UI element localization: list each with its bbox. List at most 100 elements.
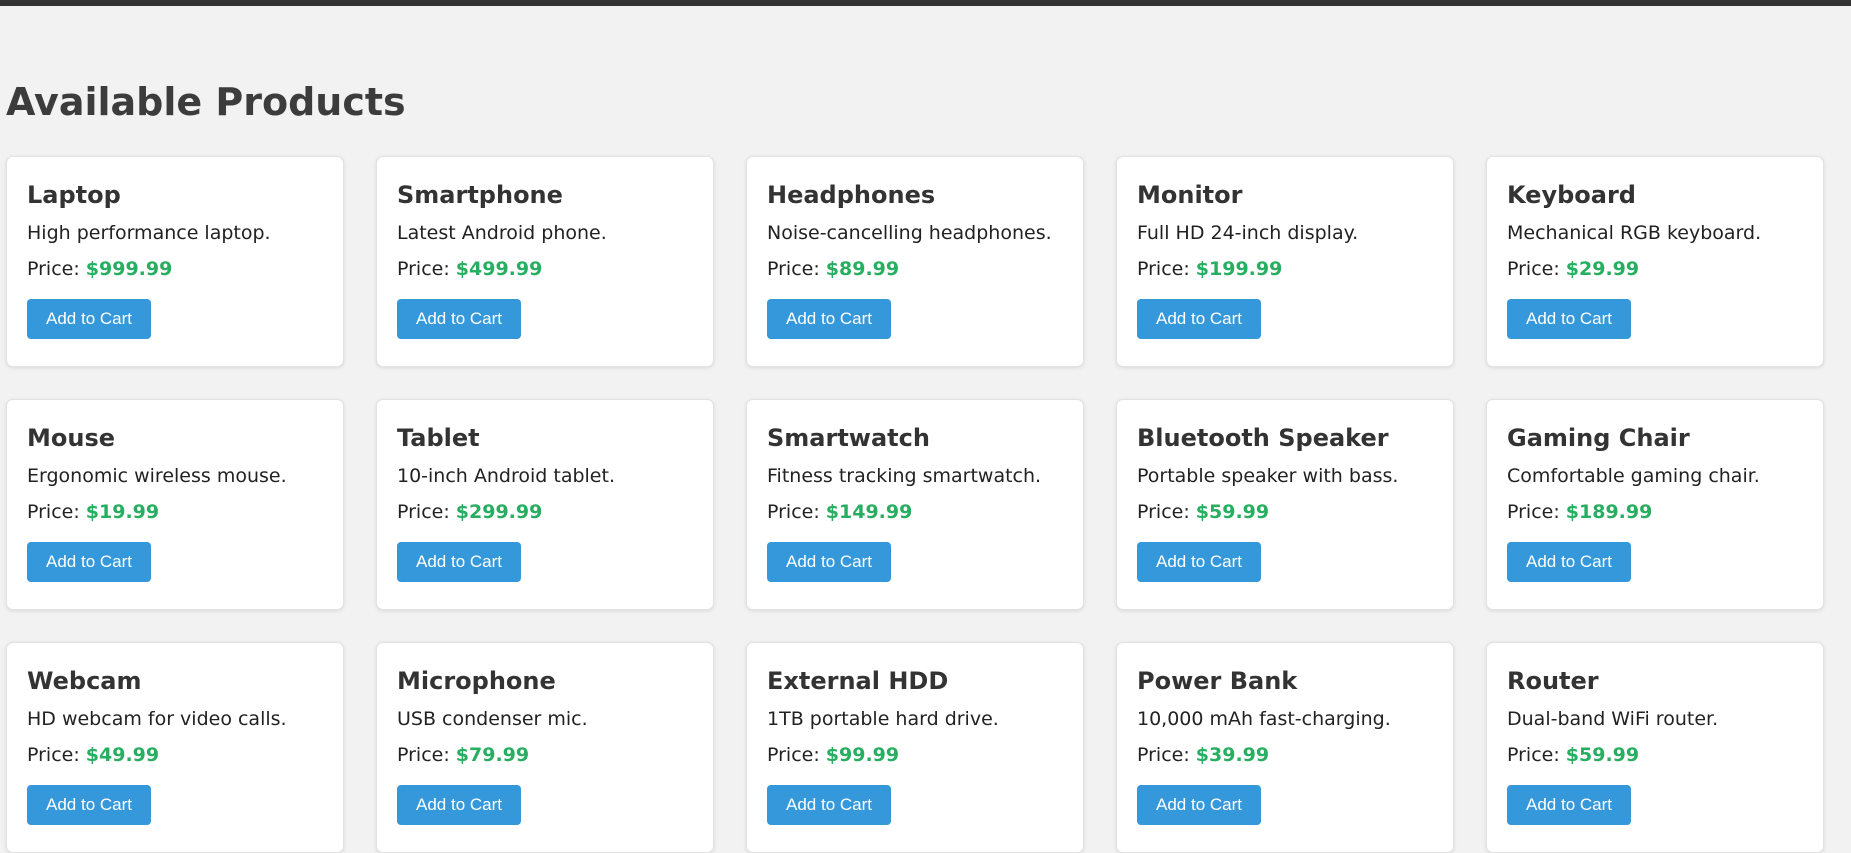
- product-name: Tablet: [397, 424, 480, 452]
- add-to-cart-button[interactable]: Add to Cart: [767, 299, 891, 339]
- price-value: $49.99: [85, 744, 160, 766]
- add-to-cart-button[interactable]: Add to Cart: [767, 785, 891, 825]
- price-label: Price:: [1507, 501, 1566, 523]
- price-value: $299.99: [455, 501, 543, 523]
- product-name: External HDD: [767, 667, 949, 695]
- price-label: Price:: [397, 501, 456, 523]
- product-price-row: Price: $49.99: [27, 742, 323, 768]
- price-value: $199.99: [1195, 258, 1283, 280]
- price-value: $999.99: [85, 258, 173, 280]
- price-value: $189.99: [1565, 501, 1653, 523]
- price-label: Price:: [767, 744, 826, 766]
- product-card: Power Bank 10,000 mAh fast-charging. Price…: [1116, 642, 1454, 853]
- price-label: Price:: [767, 258, 826, 280]
- price-label: Price:: [27, 258, 86, 280]
- add-to-cart-button[interactable]: Add to Cart: [397, 785, 521, 825]
- product-description: High performance laptop.: [27, 222, 271, 244]
- add-to-cart-button[interactable]: Add to Cart: [27, 542, 151, 582]
- product-name: Smartphone: [397, 181, 563, 209]
- price-value: $39.99: [1195, 744, 1270, 766]
- price-value: $59.99: [1195, 501, 1270, 523]
- add-to-cart-button[interactable]: Add to Cart: [27, 785, 151, 825]
- price-value: $79.99: [455, 744, 530, 766]
- product-card: Tablet 10-inch Android tablet. Price: $299…: [376, 399, 714, 610]
- add-to-cart-button[interactable]: Add to Cart: [1137, 785, 1261, 825]
- product-price-row: Price: $59.99: [1507, 742, 1803, 768]
- product-price-row: Price: $39.99: [1137, 742, 1433, 768]
- add-to-cart-button[interactable]: Add to Cart: [1507, 785, 1631, 825]
- product-name: Microphone: [397, 667, 556, 695]
- price-label: Price:: [767, 501, 826, 523]
- product-description: Portable speaker with bass.: [1137, 465, 1399, 487]
- product-description: HD webcam for video calls.: [27, 708, 287, 730]
- product-name: Webcam: [27, 667, 142, 695]
- price-value: $149.99: [825, 501, 913, 523]
- product-card: Microphone USB condenser mic. Price: $79.9…: [376, 642, 714, 853]
- product-name: Mouse: [27, 424, 116, 452]
- product-price-row: Price: $999.99: [27, 256, 323, 282]
- price-label: Price:: [27, 501, 86, 523]
- add-to-cart-button[interactable]: Add to Cart: [1137, 299, 1261, 339]
- product-name: Gaming Chair: [1507, 424, 1690, 452]
- price-label: Price:: [1137, 258, 1196, 280]
- product-card: Mouse Ergonomic wireless mouse. Price: $19…: [6, 399, 344, 610]
- product-description: Comfortable gaming chair.: [1507, 465, 1760, 487]
- add-to-cart-button[interactable]: Add to Cart: [767, 542, 891, 582]
- product-card: Keyboard Mechanical RGB keyboard. Price: $…: [1486, 156, 1824, 367]
- product-price-row: Price: $89.99: [767, 256, 1063, 282]
- price-value: $99.99: [825, 744, 900, 766]
- product-name: Router: [1507, 667, 1599, 695]
- product-card: Headphones Noise-cancelling headphones. Pr…: [746, 156, 1084, 367]
- price-label: Price:: [1137, 501, 1196, 523]
- product-description: Dual-band WiFi router.: [1507, 708, 1719, 730]
- product-price-row: Price: $499.99: [397, 256, 693, 282]
- product-name: Monitor: [1137, 181, 1243, 209]
- product-price-row: Price: $59.99: [1137, 499, 1433, 525]
- product-description: Mechanical RGB keyboard.: [1507, 222, 1762, 244]
- price-label: Price:: [1507, 744, 1566, 766]
- product-name: Bluetooth Speaker: [1137, 424, 1389, 452]
- product-price-row: Price: $199.99: [1137, 256, 1433, 282]
- product-name: Power Bank: [1137, 667, 1298, 695]
- top-bar: [0, 0, 1851, 6]
- product-price-row: Price: $29.99: [1507, 256, 1803, 282]
- product-price-row: Price: $299.99: [397, 499, 693, 525]
- price-value: $89.99: [825, 258, 900, 280]
- product-description: Noise-cancelling headphones.: [767, 222, 1052, 244]
- product-card: Router Dual-band WiFi router. Price: $59.9…: [1486, 642, 1824, 853]
- product-name: Headphones: [767, 181, 936, 209]
- product-card: Bluetooth Speaker Portable speaker with b…: [1116, 399, 1454, 610]
- product-description: Full HD 24-inch display.: [1137, 222, 1359, 244]
- add-to-cart-button[interactable]: Add to Cart: [1137, 542, 1261, 582]
- product-price-row: Price: $99.99: [767, 742, 1063, 768]
- price-label: Price:: [397, 258, 456, 280]
- product-price-row: Price: $19.99: [27, 499, 323, 525]
- add-to-cart-button[interactable]: Add to Cart: [1507, 299, 1631, 339]
- add-to-cart-button[interactable]: Add to Cart: [27, 299, 151, 339]
- product-description: 1TB portable hard drive.: [767, 708, 999, 730]
- add-to-cart-button[interactable]: Add to Cart: [397, 299, 521, 339]
- product-description: USB condenser mic.: [397, 708, 588, 730]
- price-value: $59.99: [1565, 744, 1640, 766]
- product-card: Webcam HD webcam for video calls. Price: $…: [6, 642, 344, 853]
- product-card: Monitor Full HD 24-inch display. Price: $1…: [1116, 156, 1454, 367]
- product-price-row: Price: $189.99: [1507, 499, 1803, 525]
- price-label: Price:: [397, 744, 456, 766]
- product-description: 10,000 mAh fast-charging.: [1137, 708, 1391, 730]
- page-title: Available Products: [6, 80, 406, 124]
- product-name: Laptop: [27, 181, 121, 209]
- add-to-cart-button[interactable]: Add to Cart: [397, 542, 521, 582]
- product-grid: Laptop High performance laptop. Price: $99…: [6, 156, 1824, 853]
- product-card: External HDD 1TB portable hard drive. Pric…: [746, 642, 1084, 853]
- product-description: 10-inch Android tablet.: [397, 465, 615, 487]
- product-description: Fitness tracking smartwatch.: [767, 465, 1042, 487]
- product-description: Latest Android phone.: [397, 222, 607, 244]
- add-to-cart-button[interactable]: Add to Cart: [1507, 542, 1631, 582]
- product-card: Smartwatch Fitness tracking smartwatch. Pr…: [746, 399, 1084, 610]
- product-price-row: Price: $79.99: [397, 742, 693, 768]
- product-card: Laptop High performance laptop. Price: $99…: [6, 156, 344, 367]
- price-value: $499.99: [455, 258, 543, 280]
- price-label: Price:: [27, 744, 86, 766]
- price-value: $19.99: [85, 501, 160, 523]
- product-card: Smartphone Latest Android phone. Price: $4…: [376, 156, 714, 367]
